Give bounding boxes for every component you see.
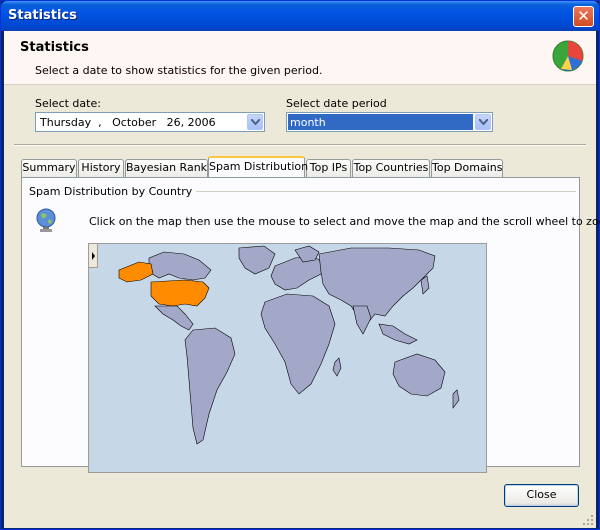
alaska-highlight <box>118 261 154 283</box>
india-shape <box>352 305 372 335</box>
mexico-shape <box>154 305 194 331</box>
dialog-client: Statistics Select a date to show statist… <box>4 31 600 528</box>
tab-top-ips[interactable]: Top IPs <box>306 159 351 177</box>
map-panel-toggle[interactable] <box>89 244 98 268</box>
pie-chart-icon <box>552 40 584 72</box>
asia-shape <box>318 247 436 325</box>
window-close-icon[interactable]: ✕ <box>573 6 594 27</box>
usa-highlight <box>150 279 210 307</box>
land-masses <box>148 245 460 445</box>
period-select[interactable]: month <box>286 112 493 132</box>
statistics-window: Statistics ✕ Statistics Select a date to… <box>0 0 600 530</box>
tab-top-countries[interactable]: Top Countries <box>352 159 430 177</box>
window-title: Statistics <box>8 8 77 23</box>
africa-shape <box>260 293 336 395</box>
indonesia-shape <box>378 323 418 345</box>
spam-distribution-panel: Spam Distribution by Country Click on th… <box>21 177 600 473</box>
chevron-down-icon[interactable] <box>475 114 491 130</box>
tab-top-domains[interactable]: Top Domains <box>431 159 503 177</box>
madagascar-shape <box>332 357 342 377</box>
tab-history[interactable]: History <box>78 159 124 177</box>
header-separator <box>14 144 586 146</box>
europe-shape <box>270 255 326 291</box>
map-instructions: Click on the map then use the mouse to s… <box>89 215 600 228</box>
new-zealand-shape <box>452 389 460 409</box>
date-value: Thursday , October 26, 2006 <box>40 116 216 129</box>
dialog-header: Statistics Select a date to show statist… <box>4 31 596 85</box>
header-subtitle: Select a date to show statistics for the… <box>35 64 323 77</box>
select-date-label: Select date: <box>35 97 101 110</box>
chevron-down-icon[interactable] <box>247 114 263 130</box>
date-picker[interactable]: Thursday , October 26, 2006 <box>35 112 265 132</box>
greenland-shape <box>238 245 276 275</box>
world-map[interactable] <box>88 243 487 473</box>
title-bar[interactable]: Statistics ✕ <box>1 1 599 31</box>
period-value: month <box>288 114 473 130</box>
australia-shape <box>392 353 446 397</box>
select-period-label: Select date period <box>286 97 387 110</box>
header-title: Statistics <box>20 40 89 55</box>
tab-summary[interactable]: Summary <box>21 159 77 177</box>
south-america-shape <box>184 327 236 445</box>
close-button[interactable]: Close <box>504 484 579 507</box>
globe-icon <box>36 208 56 232</box>
canada-shape <box>148 251 212 281</box>
group-label: Spam Distribution by Country <box>29 185 197 198</box>
tab-spam-distribution[interactable]: Spam Distribution <box>208 156 308 177</box>
resize-grip-icon[interactable] <box>582 514 594 526</box>
world-map-svg <box>118 245 460 445</box>
group-divider <box>172 191 576 192</box>
tab-bayesian-rank[interactable]: Bayesian Rank <box>125 159 208 177</box>
